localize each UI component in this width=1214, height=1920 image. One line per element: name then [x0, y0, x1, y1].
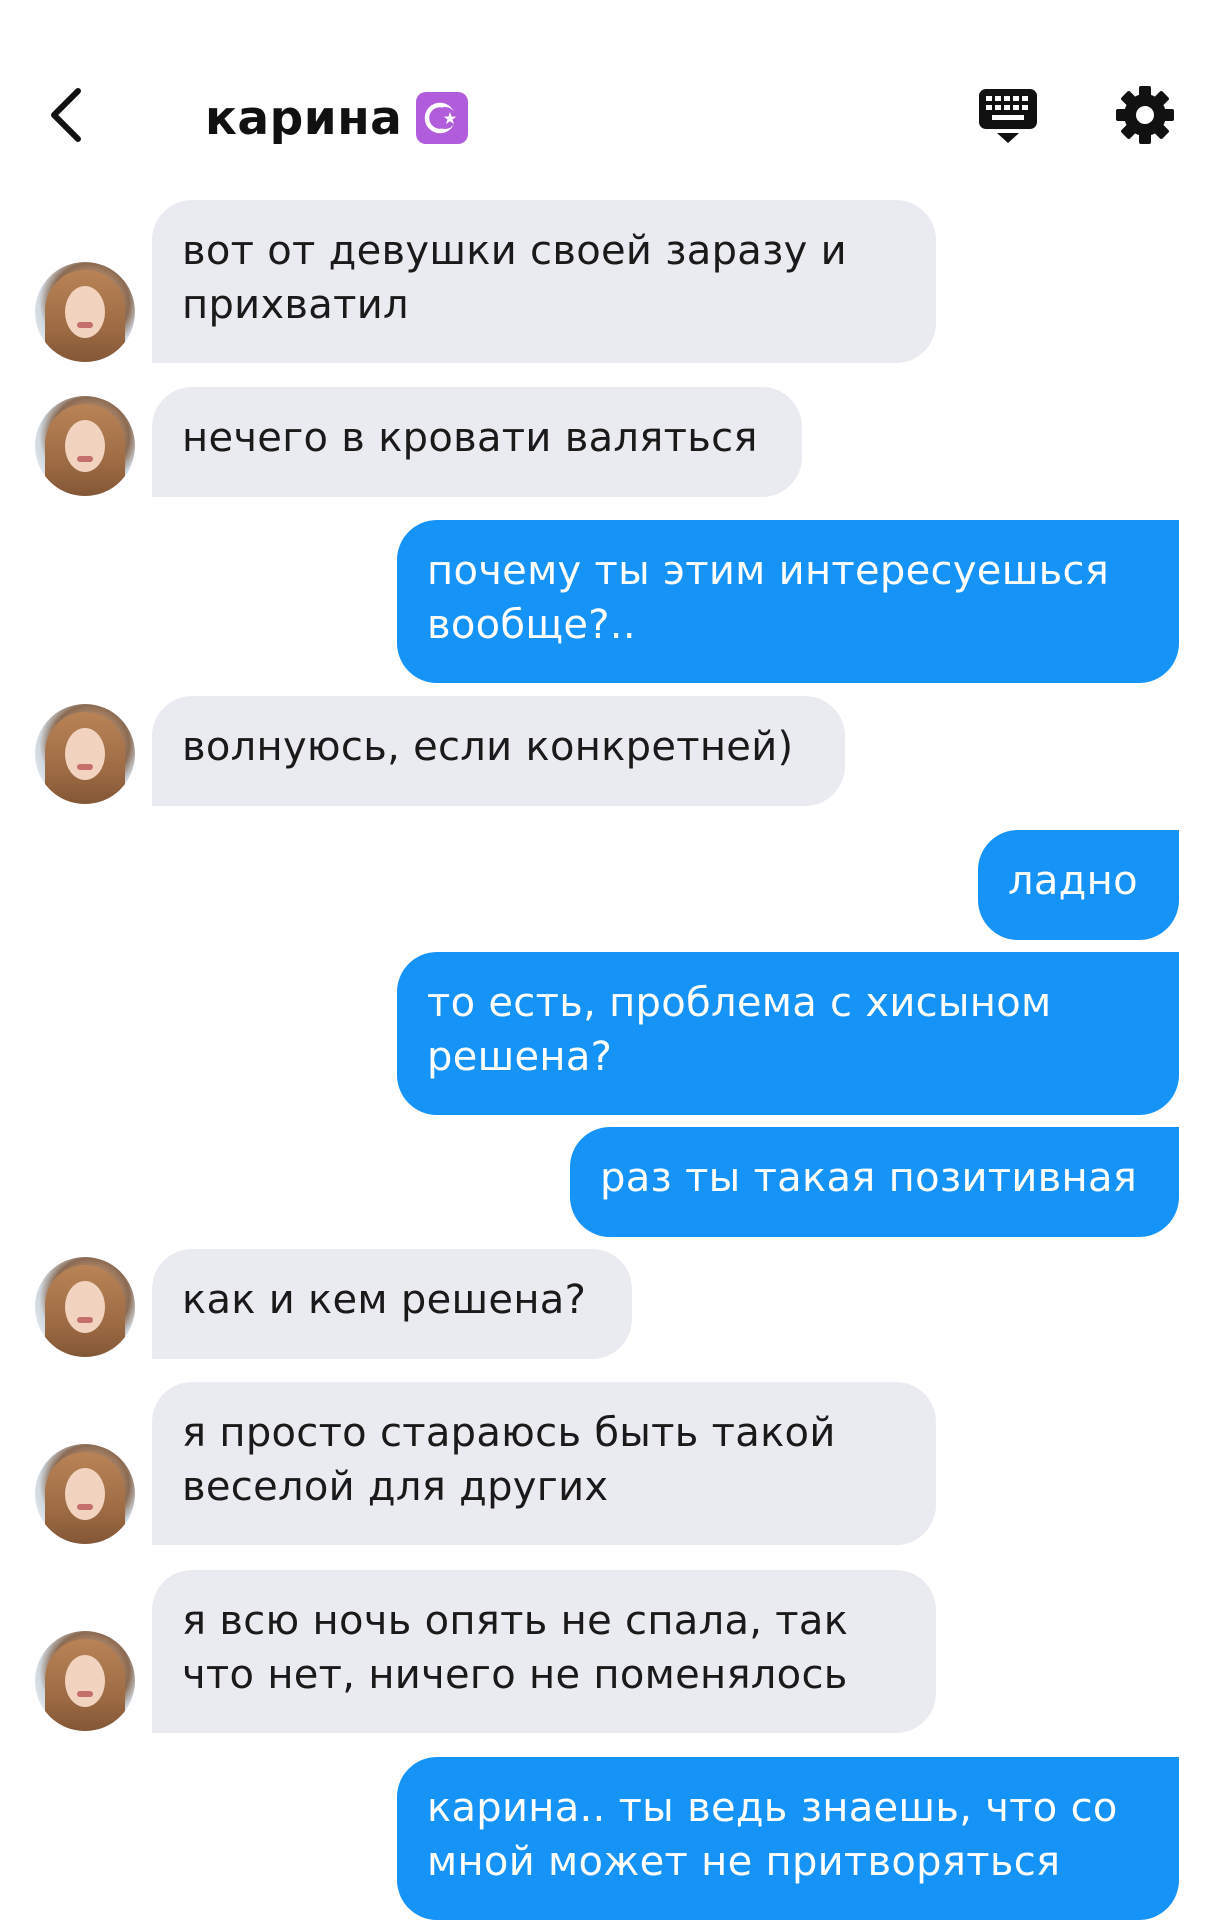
back-button[interactable]: [36, 80, 96, 150]
contact-avatar[interactable]: [35, 1631, 135, 1731]
incoming-message-bubble[interactable]: я всю ночь опять не спала, так что нет, …: [152, 1570, 936, 1733]
outgoing-message-bubble[interactable]: раз ты такая позитивная: [570, 1127, 1179, 1237]
keyboard-button[interactable]: [975, 85, 1041, 149]
incoming-message-bubble[interactable]: волнуюсь, если конкретней): [152, 696, 845, 806]
chat-header: карина: [0, 0, 1214, 190]
outgoing-message-bubble[interactable]: карина.. ты ведь знаешь, что со мной мож…: [397, 1757, 1179, 1920]
incoming-message-bubble[interactable]: как и кем решена?: [152, 1249, 632, 1359]
star-crescent-emoji-icon: [416, 92, 469, 144]
chevron-left-icon: [51, 88, 81, 142]
outgoing-message-bubble[interactable]: то есть, проблема с хисыном решена?: [397, 952, 1179, 1115]
outgoing-message-bubble[interactable]: почему ты этим интересуешься вообще?..: [397, 520, 1179, 683]
settings-button[interactable]: [1115, 85, 1175, 145]
contact-avatar[interactable]: [35, 1444, 135, 1544]
contact-avatar[interactable]: [35, 262, 135, 362]
contact-avatar[interactable]: [35, 1257, 135, 1357]
chat-title-group[interactable]: карина: [205, 88, 469, 148]
incoming-message-bubble[interactable]: я просто стараюсь быть такой веселой для…: [152, 1382, 936, 1545]
gear-icon: [1116, 86, 1174, 144]
incoming-message-bubble[interactable]: нечего в кровати валяться: [152, 387, 802, 497]
contact-avatar[interactable]: [35, 396, 135, 496]
chat-title: карина: [205, 90, 403, 146]
outgoing-message-bubble[interactable]: ладно: [978, 830, 1179, 940]
contact-avatar[interactable]: [35, 704, 135, 804]
keyboard-icon: [979, 89, 1037, 143]
incoming-message-bubble[interactable]: вот от девушки своей заразу и прихватил: [152, 200, 936, 363]
